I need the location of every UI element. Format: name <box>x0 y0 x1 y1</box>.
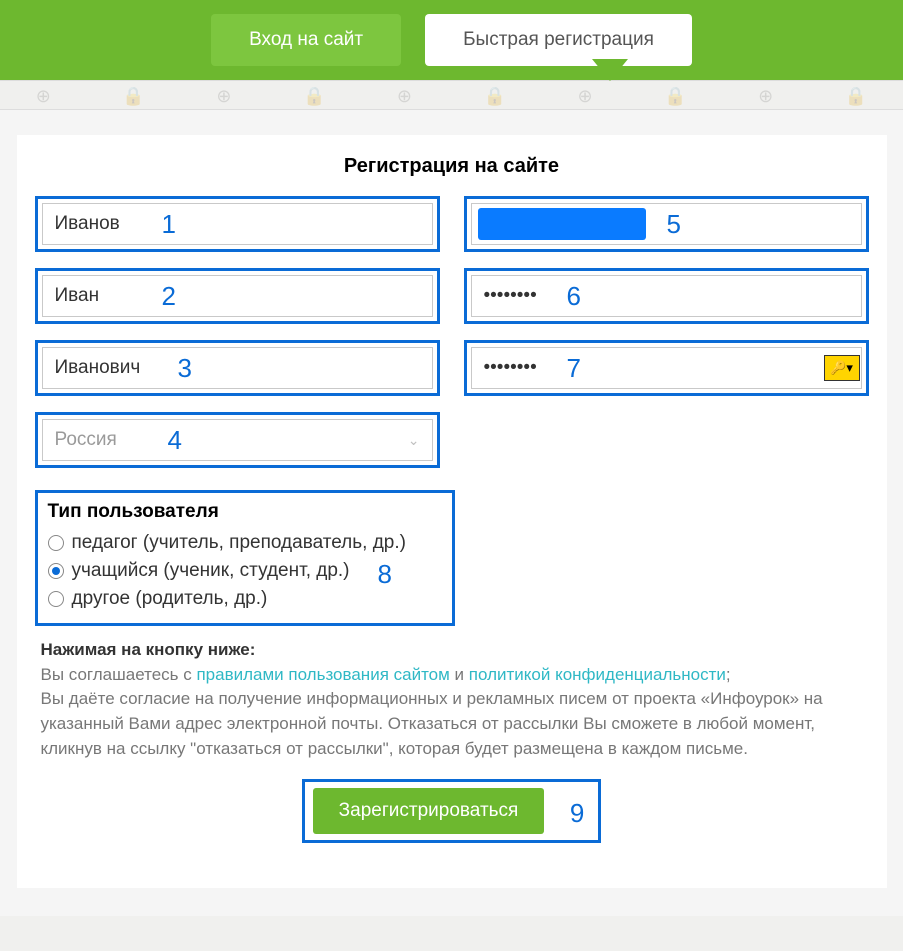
country-annot: Россия ⌄ 4 <box>35 412 440 468</box>
usertype-title: Тип пользователя <box>48 501 442 523</box>
country-select[interactable]: Россия ⌄ <box>42 419 433 461</box>
firstname-annot: 2 <box>35 268 440 324</box>
usertype-option-label: педагог (учитель, преподаватель, др.) <box>72 532 406 554</box>
usertype-annot: Тип пользователя педагог (учитель, препо… <box>35 490 455 626</box>
left-column: 1 2 3 Россия ⌄ 4 <box>35 196 440 468</box>
radio-icon <box>48 563 64 579</box>
email-annot: 5 <box>464 196 869 252</box>
patronymic-annot: 3 <box>35 340 440 396</box>
password-confirm-input[interactable] <box>471 347 862 389</box>
usertype-option-label: учащийся (ученик, студент, др.) <box>72 560 350 582</box>
legal-text: Нажимая на кнопку ниже: Вы соглашаетесь … <box>17 626 887 761</box>
submit-annot: Зарегистрироваться 9 <box>302 779 602 843</box>
tab-register[interactable]: Быстрая регистрация <box>425 14 692 66</box>
register-button[interactable]: Зарегистрироваться <box>313 788 545 834</box>
password-annot: 6 <box>464 268 869 324</box>
decor-footer-strip <box>0 916 903 951</box>
usertype-option-teacher[interactable]: педагог (учитель, преподаватель, др.) <box>48 529 442 557</box>
country-value: Россия <box>55 429 117 451</box>
radio-icon <box>48 591 64 607</box>
tab-pointer-strip: ⊕🔒⊕🔒⊕🔒⊕🔒⊕🔒 <box>0 80 903 110</box>
usertype-option-label: другое (родитель, др.) <box>72 588 268 610</box>
password2-annot: 7 🔑▾ <box>464 340 869 396</box>
card-heading: Регистрация на сайте <box>17 155 887 178</box>
legal-body: Вы даёте согласие на получение информаци… <box>41 689 823 757</box>
usertype-option-student[interactable]: учащийся (ученик, студент, др.) <box>48 557 442 585</box>
active-tab-arrow <box>592 59 628 81</box>
terms-link[interactable]: правилами пользования сайтом <box>196 665 449 684</box>
decor-icons-top: ⊕🔒⊕🔒⊕🔒⊕🔒⊕🔒 <box>0 81 903 111</box>
tab-login[interactable]: Вход на сайт <box>211 14 401 66</box>
patronymic-input[interactable] <box>42 347 433 389</box>
legal-bold: Нажимая на кнопку ниже: <box>41 640 256 659</box>
legal-and: и <box>455 665 469 684</box>
legal-pref1: Вы соглашаетесь с <box>41 665 197 684</box>
email-input-redacted[interactable] <box>478 208 646 240</box>
legal-semi: ; <box>726 665 731 684</box>
firstname-input[interactable] <box>42 275 433 317</box>
radio-icon <box>48 535 64 551</box>
right-column: 5 6 7 🔑▾ <box>464 196 869 468</box>
password-input[interactable] <box>471 275 862 317</box>
usertype-option-other[interactable]: другое (родитель, др.) <box>48 585 442 613</box>
privacy-link[interactable]: политикой конфиденциальности <box>469 665 726 684</box>
lastname-input[interactable] <box>42 203 433 245</box>
annot-num-9: 9 <box>570 798 584 829</box>
password-manager-key-icon[interactable]: 🔑▾ <box>824 355 860 381</box>
registration-card: Регистрация на сайте 1 2 3 <box>17 135 887 888</box>
top-tab-bar: Вход на сайт Быстрая регистрация <box>0 0 903 80</box>
chevron-down-icon: ⌄ <box>408 432 420 449</box>
lastname-annot: 1 <box>35 196 440 252</box>
